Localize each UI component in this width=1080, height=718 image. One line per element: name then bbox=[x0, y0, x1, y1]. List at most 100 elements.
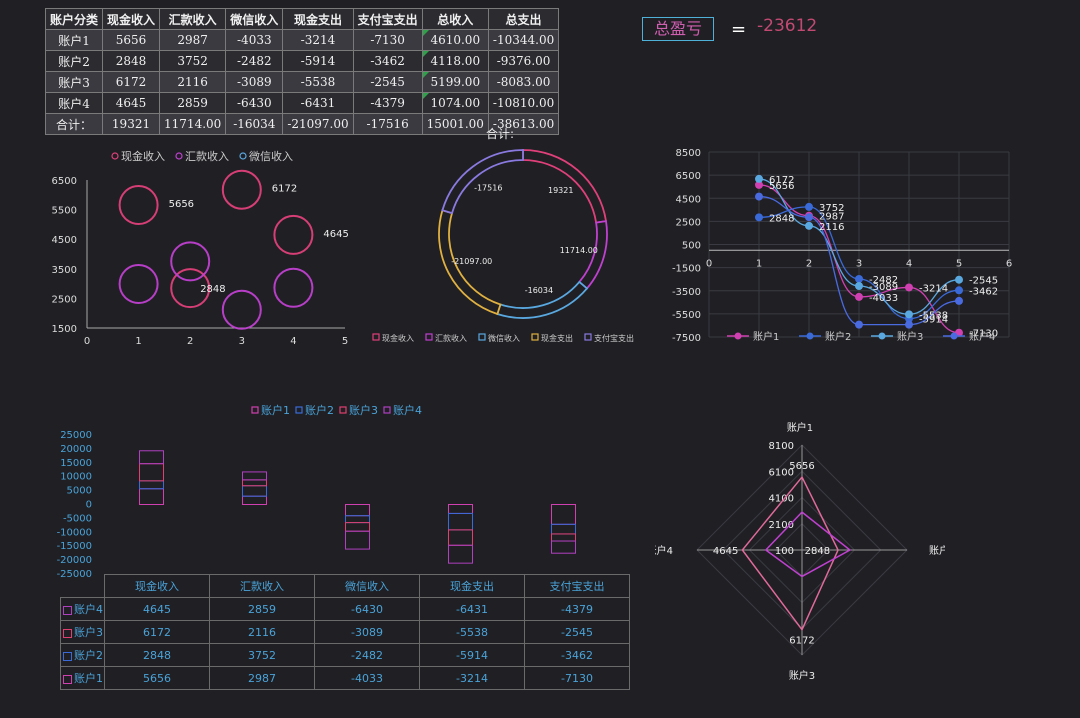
account-table-row: 账户2 2848 3752 -2482 -5914 -3462 bbox=[60, 643, 630, 667]
account-table-header-cell: 汇款收入 bbox=[209, 574, 315, 598]
data-point bbox=[905, 283, 913, 292]
summary-cell[interactable]: 合计： bbox=[44, 113, 104, 135]
summary-row: 账户2 2848 3752 -2482 -5914 -3462 4118.00 … bbox=[44, 50, 560, 72]
account-table-cell[interactable]: -4379 bbox=[524, 597, 630, 621]
account-table-cell[interactable]: 2848 bbox=[104, 643, 210, 667]
summary-cell[interactable]: 4118.00 bbox=[421, 50, 489, 72]
summary-cell[interactable]: -10810.00 bbox=[487, 92, 560, 114]
legend-marker bbox=[425, 333, 433, 341]
summary-cell[interactable]: 2987 bbox=[159, 29, 227, 51]
account-table-header-cell: 微信收入 bbox=[314, 574, 420, 598]
summary-cell[interactable]: -9376.00 bbox=[487, 50, 560, 72]
bar-segment bbox=[139, 488, 164, 506]
data-label: -17516 bbox=[474, 184, 502, 193]
legend-marker bbox=[734, 332, 742, 340]
summary-header-cell: 现金支出 bbox=[282, 8, 354, 30]
account-table-cell[interactable]: -4033 bbox=[314, 666, 420, 690]
account-table-cell[interactable]: -3462 bbox=[524, 643, 630, 667]
data-label: 5656 bbox=[769, 181, 794, 192]
y-tick-label: -5000 bbox=[63, 513, 92, 524]
account-table-cell[interactable]: -5538 bbox=[419, 620, 525, 644]
account-table-cell[interactable]: -2545 bbox=[524, 620, 630, 644]
summary-cell[interactable]: 4610.00 bbox=[421, 29, 489, 51]
summary-cell[interactable]: -6431 bbox=[282, 92, 354, 114]
account-table-cell[interactable]: 2987 bbox=[209, 666, 315, 690]
summary-header-cell: 总收入 bbox=[421, 8, 489, 30]
y-tick-label: 5000 bbox=[67, 486, 92, 497]
summary-cell[interactable]: -10344.00 bbox=[487, 29, 560, 51]
summary-cell[interactable]: 1074.00 bbox=[421, 92, 489, 114]
data-label: 6172 bbox=[272, 184, 297, 195]
account-table-cell[interactable]: 2859 bbox=[209, 597, 315, 621]
legend-marker bbox=[239, 152, 247, 160]
legend-label: 微信收入 bbox=[488, 333, 520, 343]
bar-segment bbox=[139, 463, 164, 482]
summary-cell[interactable]: -3462 bbox=[352, 50, 423, 72]
data-point bbox=[855, 274, 863, 283]
summary-cell[interactable]: 账户2 bbox=[44, 50, 104, 72]
summary-cell[interactable]: 账户1 bbox=[44, 29, 104, 51]
summary-cell[interactable]: 6172 bbox=[102, 71, 161, 93]
summary-cell[interactable]: -5538 bbox=[282, 71, 354, 93]
account-table-cell[interactable]: 3752 bbox=[209, 643, 315, 667]
summary-cell[interactable]: -21097.00 bbox=[282, 113, 354, 135]
account-table-cell[interactable]: -3089 bbox=[314, 620, 420, 644]
summary-cell[interactable]: -4033 bbox=[225, 29, 284, 51]
bubble bbox=[118, 184, 159, 225]
summary-cell[interactable]: 19321 bbox=[102, 113, 161, 135]
summary-row: 账户1 5656 2987 -4033 -3214 -7130 4610.00 … bbox=[44, 29, 560, 51]
y-tick-label: 4500 bbox=[676, 194, 701, 205]
account-table-cell[interactable]: -2482 bbox=[314, 643, 420, 667]
summary-cell[interactable]: -3214 bbox=[282, 29, 354, 51]
summary-cell[interactable]: 账户4 bbox=[44, 92, 104, 114]
legend-label: 账户2 bbox=[825, 330, 851, 343]
account-row-header: 账户4 bbox=[60, 597, 105, 621]
summary-header-cell: 账户分类 bbox=[44, 8, 104, 30]
account-table-cell[interactable]: -6431 bbox=[419, 597, 525, 621]
summary-cell[interactable]: -6430 bbox=[225, 92, 284, 114]
summary-cell[interactable]: 2848 bbox=[102, 50, 161, 72]
summary-cell[interactable]: -4379 bbox=[352, 92, 423, 114]
x-tick-label: 2 bbox=[187, 336, 193, 347]
axis-label: 账户3 bbox=[789, 669, 815, 680]
account-table-cell[interactable]: -7130 bbox=[524, 666, 630, 690]
summary-cell[interactable]: 3752 bbox=[159, 50, 227, 72]
account-table-cell[interactable]: -3214 bbox=[419, 666, 525, 690]
account-name: 账户4 bbox=[74, 603, 103, 616]
summary-cell[interactable]: 11714.00 bbox=[159, 113, 227, 135]
summary-cell[interactable]: -5914 bbox=[282, 50, 354, 72]
radar-chart: 1002100410061008100账户1账户2账户3账户4565628486… bbox=[655, 421, 945, 680]
summary-cell[interactable]: -16034 bbox=[225, 113, 284, 135]
summary-cell[interactable]: 5656 bbox=[102, 29, 161, 51]
summary-cell[interactable]: 4645 bbox=[102, 92, 161, 114]
x-tick-label: 0 bbox=[706, 258, 712, 269]
account-table-row: 账户1 5656 2987 -4033 -3214 -7130 bbox=[60, 666, 630, 690]
data-point bbox=[805, 213, 813, 222]
summary-cell[interactable]: -2545 bbox=[352, 71, 423, 93]
summary-cell[interactable]: -2482 bbox=[225, 50, 284, 72]
legend-label: 账户4 bbox=[969, 330, 995, 343]
summary-cell[interactable]: 2859 bbox=[159, 92, 227, 114]
summary-cell[interactable]: 2116 bbox=[159, 71, 227, 93]
account-table-cell[interactable]: -5914 bbox=[419, 643, 525, 667]
account-table-cell[interactable]: 5656 bbox=[104, 666, 210, 690]
bar-segment bbox=[448, 529, 473, 546]
summary-cell[interactable]: -8083.00 bbox=[487, 71, 560, 93]
summary-cell[interactable]: 5199.00 bbox=[421, 71, 489, 93]
account-table-cell[interactable]: -6430 bbox=[314, 597, 420, 621]
summary-cell[interactable]: 账户3 bbox=[44, 71, 104, 93]
account-table-cell[interactable]: 2116 bbox=[209, 620, 315, 644]
r-tick-label: 8100 bbox=[769, 441, 794, 452]
y-tick-label: 2500 bbox=[676, 217, 701, 228]
data-label: 2848 bbox=[769, 213, 794, 224]
summary-cell[interactable]: -3089 bbox=[225, 71, 284, 93]
bar-segment bbox=[551, 540, 576, 554]
account-table-cell[interactable]: 6172 bbox=[104, 620, 210, 644]
account-table-cell[interactable]: 4645 bbox=[104, 597, 210, 621]
data-label: -16034 bbox=[525, 286, 553, 295]
legend-marker bbox=[806, 332, 814, 340]
legend-label: 支付宝支出 bbox=[594, 333, 634, 343]
data-point bbox=[955, 296, 963, 305]
data-point bbox=[805, 221, 813, 230]
summary-cell[interactable]: -7130 bbox=[352, 29, 423, 51]
